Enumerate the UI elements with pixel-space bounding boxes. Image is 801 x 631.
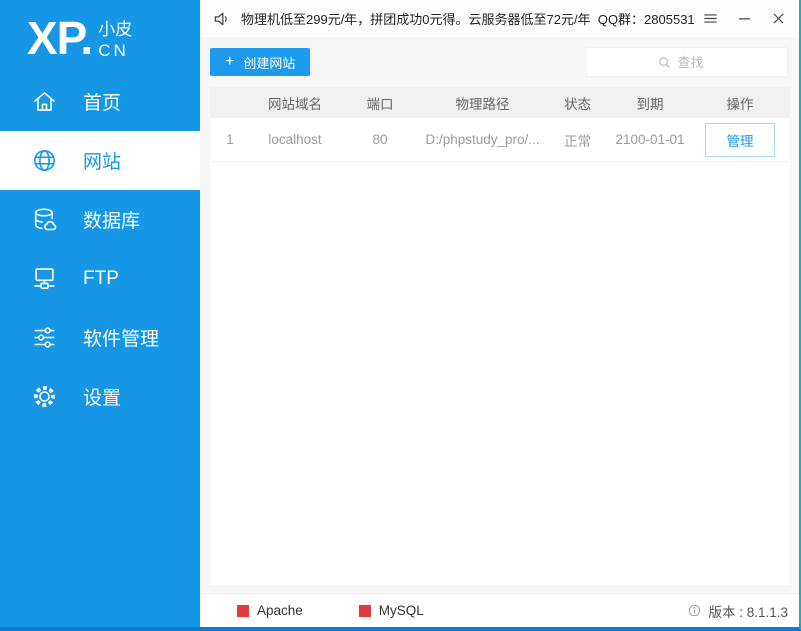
app-window: XP. 小皮 CN 首页 网站 数据库 FTP 软件管理 设置 物理机低至299… — [0, 0, 801, 631]
toolbar: + 创建网站 — [200, 37, 799, 87]
search-input[interactable] — [677, 54, 718, 70]
manage-button[interactable]: 管理 — [705, 122, 775, 157]
cell-domain: localhost — [268, 132, 322, 147]
cell-index: 1 — [226, 132, 234, 147]
close-icon[interactable] — [767, 8, 789, 30]
window-controls — [699, 8, 789, 30]
minimize-icon[interactable] — [733, 8, 755, 30]
col-path: 物理路径 — [455, 96, 510, 112]
sidebar-item-label: 软件管理 — [83, 329, 160, 350]
sidebar-item-home[interactable]: 首页 — [0, 72, 200, 131]
sidebar-nav: 首页 网站 数据库 FTP 软件管理 设置 — [0, 72, 200, 426]
mysql-status-indicator — [358, 604, 371, 617]
search-icon — [658, 56, 670, 68]
table-header-row: 网站域名 端口 物理路径 状态 到期 操作 — [210, 87, 790, 118]
status-bar: Apache MySQL 版本 : 8.1.1.3 — [200, 593, 799, 627]
main-area: 物理机低至299元/年，拼团成功0元得。云服务器低至72元/年 QQ群：2805… — [200, 0, 799, 627]
col-port: 端口 — [366, 96, 394, 112]
cell-expires: 2100-01-01 — [615, 132, 685, 147]
sidebar-item-software[interactable]: 软件管理 — [0, 308, 200, 367]
content-area: 网站域名 端口 物理路径 状态 到期 操作 1 localhost 80 D:/… — [200, 87, 799, 593]
col-domain: 网站域名 — [268, 96, 322, 112]
database-icon — [31, 206, 58, 233]
service-label: MySQL — [378, 603, 424, 618]
table-row: 1 localhost 80 D:/phpstudy_pro/... 正常 21… — [210, 118, 790, 162]
cell-port: 80 — [372, 132, 388, 147]
col-expires: 到期 — [636, 96, 664, 112]
service-mysql: MySQL — [358, 603, 424, 618]
sidebar-item-websites[interactable]: 网站 — [0, 131, 200, 190]
globe-icon — [31, 147, 58, 174]
apache-status-indicator — [237, 604, 249, 617]
sidebar-item-settings[interactable]: 设置 — [0, 367, 200, 426]
service-label: Apache — [257, 603, 303, 618]
sidebar-item-label: 首页 — [83, 93, 122, 114]
speaker-icon — [212, 9, 232, 29]
cell-path: D:/phpstudy_pro/... — [425, 132, 540, 147]
col-action: 操作 — [726, 96, 754, 112]
announcement-text: 物理机低至299元/年，拼团成功0元得。云服务器低至72元/年 QQ群：2805… — [241, 12, 695, 27]
gear-icon — [31, 383, 58, 410]
ftp-icon — [31, 265, 58, 292]
sidebar-item-ftp[interactable]: FTP — [0, 249, 200, 308]
sidebar-item-label: 设置 — [83, 388, 122, 409]
sliders-icon — [31, 324, 58, 351]
info-icon — [689, 604, 701, 617]
plus-icon: + — [225, 53, 235, 70]
create-site-button[interactable]: + 创建网站 — [210, 48, 311, 76]
app-logo: XP. 小皮 CN — [0, 0, 200, 72]
sidebar-item-label: FTP — [83, 267, 119, 289]
logo-main-text: XP. — [27, 12, 93, 64]
logo-sub-text: 小皮 CN — [98, 20, 133, 60]
sidebar-item-label: 数据库 — [83, 211, 141, 232]
cell-status: 正常 — [564, 133, 591, 149]
home-icon — [31, 88, 58, 115]
search-box[interactable] — [586, 47, 788, 77]
topbar: 物理机低至299元/年，拼团成功0元得。云服务器低至72元/年 QQ群：2805… — [200, 0, 799, 37]
version-info: 版本 : 8.1.1.3 — [687, 601, 788, 621]
version-label: 版本 : 8.1.1.3 — [708, 604, 788, 620]
menu-icon[interactable] — [699, 8, 721, 30]
sites-table: 网站域名 端口 物理路径 状态 到期 操作 1 localhost 80 D:/… — [210, 87, 790, 585]
cell-action: 管理 — [690, 122, 790, 157]
col-status: 状态 — [564, 96, 591, 112]
service-apache: Apache — [237, 603, 303, 618]
sidebar: XP. 小皮 CN 首页 网站 数据库 FTP 软件管理 设置 — [0, 0, 200, 627]
sidebar-item-label: 网站 — [83, 152, 122, 173]
sidebar-item-database[interactable]: 数据库 — [0, 190, 200, 249]
